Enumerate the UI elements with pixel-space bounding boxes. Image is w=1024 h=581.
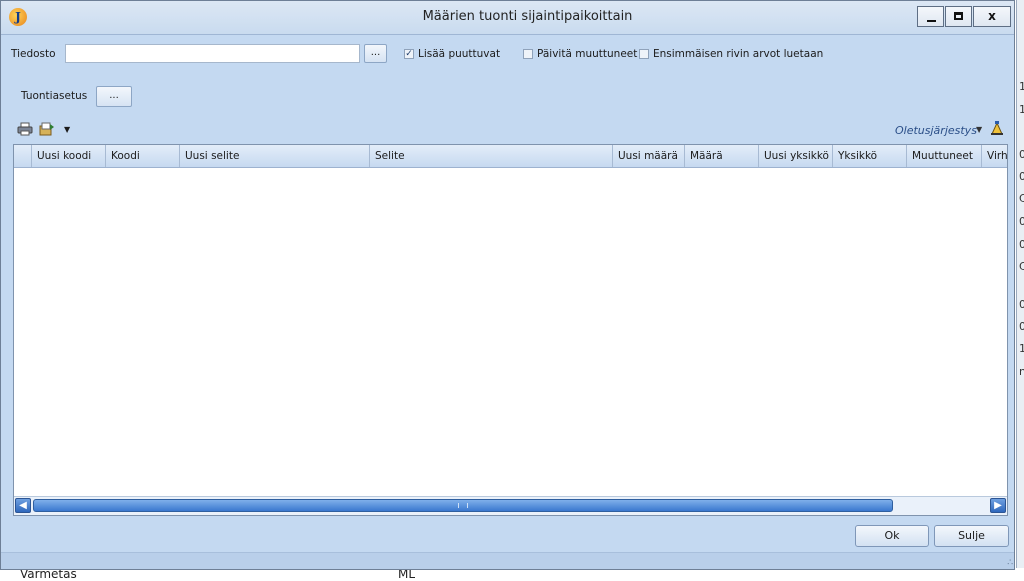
scrollbar-thumb[interactable] <box>33 499 893 512</box>
scroll-left-button[interactable]: ◀ <box>15 498 31 513</box>
close-icon: x <box>988 9 996 23</box>
bg-char: 0 <box>1019 148 1024 161</box>
sort-order-dropdown-icon[interactable]: ▼ <box>976 125 982 134</box>
add-missing-checkbox[interactable]: ✓ <box>404 49 414 59</box>
column-header[interactable]: Uusi koodi <box>32 145 106 167</box>
update-changed-checkbox[interactable] <box>523 49 533 59</box>
file-label: Tiedosto <box>11 48 56 60</box>
column-header[interactable]: Uusi määrä <box>613 145 685 167</box>
horizontal-scrollbar[interactable]: ◀ ▶ <box>14 496 1007 515</box>
minimize-icon <box>927 20 936 22</box>
column-header[interactable]: Uusi yksikkö <box>759 145 833 167</box>
grid-header-row: Uusi koodi Koodi Uusi selite Selite Uusi… <box>14 145 1007 168</box>
bg-char: 0 <box>1019 170 1024 183</box>
bg-char: 0 <box>1019 298 1024 311</box>
column-header[interactable]: Määrä <box>685 145 759 167</box>
scrollbar-grip-icon <box>458 503 468 508</box>
export-dropdown-arrow-icon[interactable]: ▼ <box>64 125 70 134</box>
bg-char: C <box>1019 192 1024 205</box>
export-icon[interactable] <box>39 122 55 136</box>
update-changed-label: Päivitä muuttuneet <box>537 48 638 60</box>
sort-order-label[interactable]: Oletusjärjestys <box>895 124 977 137</box>
title-bar[interactable]: J Määrien tuonti sijaintipaikoittain x <box>1 1 1014 35</box>
resize-grip-icon[interactable]: ∴ <box>1007 558 1013 568</box>
import-settings-button[interactable]: ... <box>96 86 132 107</box>
maximize-icon <box>954 12 963 20</box>
close-dialog-button[interactable]: Sulje <box>934 525 1009 547</box>
browse-file-button[interactable]: ... <box>364 44 387 63</box>
column-header[interactable]: Uusi selite <box>180 145 370 167</box>
status-strip: ∴ <box>1 552 1014 569</box>
first-row-values-label: Ensimmäisen rivin arvot luetaan <box>653 48 824 60</box>
import-data-grid[interactable]: Uusi koodi Koodi Uusi selite Selite Uusi… <box>13 144 1008 516</box>
column-header[interactable]: Muuttuneet <box>907 145 982 167</box>
scroll-right-button[interactable]: ▶ <box>990 498 1006 513</box>
column-header[interactable]: Yksikkö <box>833 145 907 167</box>
ok-button[interactable]: Ok <box>855 525 929 547</box>
print-icon[interactable] <box>17 122 33 136</box>
import-dialog: J Määrien tuonti sijaintipaikoittain x T… <box>0 0 1015 570</box>
bg-char: 1 <box>1019 80 1024 93</box>
sort-settings-icon[interactable] <box>989 120 1005 136</box>
bg-char: 1 <box>1019 103 1024 116</box>
background-app-edge: 1 1 0 0 C 0 0 C 0 0 1 n <box>1016 0 1024 580</box>
first-row-values-checkbox[interactable] <box>639 49 649 59</box>
window-title: Määrien tuonti sijaintipaikoittain <box>422 9 633 24</box>
import-settings-label: Tuontiasetus <box>21 90 88 102</box>
bg-char: 0 <box>1019 215 1024 228</box>
bg-char: C <box>1019 260 1024 273</box>
close-button[interactable]: x <box>973 6 1011 27</box>
bg-char: n <box>1019 365 1024 378</box>
bg-char: 1 <box>1019 342 1024 355</box>
bg-char: 0 <box>1019 238 1024 251</box>
column-header[interactable]: Virhe <box>982 145 1007 167</box>
row-selector-header[interactable] <box>14 145 32 167</box>
bg-char: 0 <box>1019 320 1024 333</box>
column-header[interactable]: Selite <box>370 145 613 167</box>
column-header[interactable]: Koodi <box>106 145 180 167</box>
maximize-button[interactable] <box>945 6 972 27</box>
file-path-input[interactable] <box>65 44 360 63</box>
add-missing-label: Lisää puuttuvat <box>418 48 501 60</box>
minimize-button[interactable] <box>917 6 944 27</box>
